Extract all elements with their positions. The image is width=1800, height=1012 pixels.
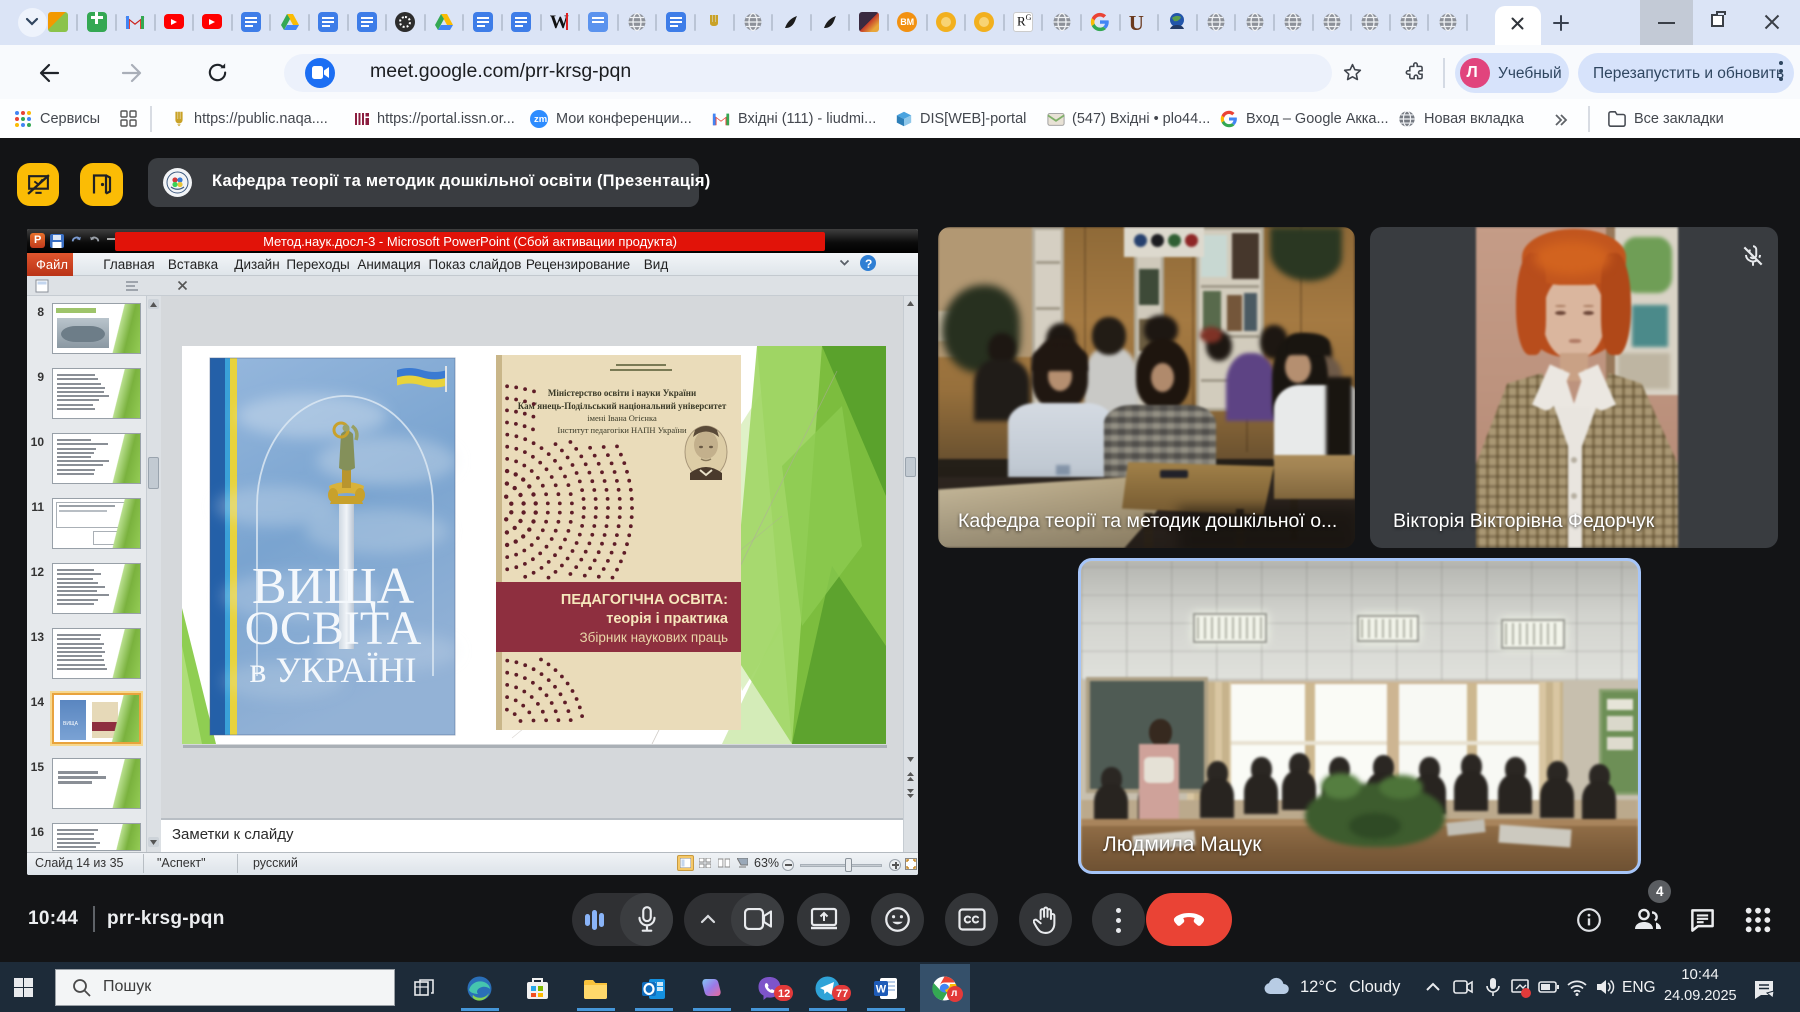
svg-text:Кам'янець-Подільський націонал: Кам'янець-Подільський національний уніве… <box>518 401 727 411</box>
svg-text:W: W <box>876 984 887 996</box>
svg-text:ОСВІТА: ОСВІТА <box>245 602 422 655</box>
svg-text:ПЕДАГОГІЧНА ОСВІТА:: ПЕДАГОГІЧНА ОСВІТА: <box>561 592 728 608</box>
svg-text:в УКРАЇНІ: в УКРАЇНІ <box>250 650 417 690</box>
svg-text:імені Івана Огієнка: імені Івана Огієнка <box>587 413 657 423</box>
svg-text:теорія і практика: теорія і практика <box>606 611 729 627</box>
svg-text:Міністерство освіти і науки Ук: Міністерство освіти і науки України <box>548 388 696 398</box>
svg-text:Інститут педагогіки НАПН Украї: Інститут педагогіки НАПН України <box>557 425 687 435</box>
svg-text:Збірник наукових праць: Збірник наукових праць <box>580 630 728 645</box>
